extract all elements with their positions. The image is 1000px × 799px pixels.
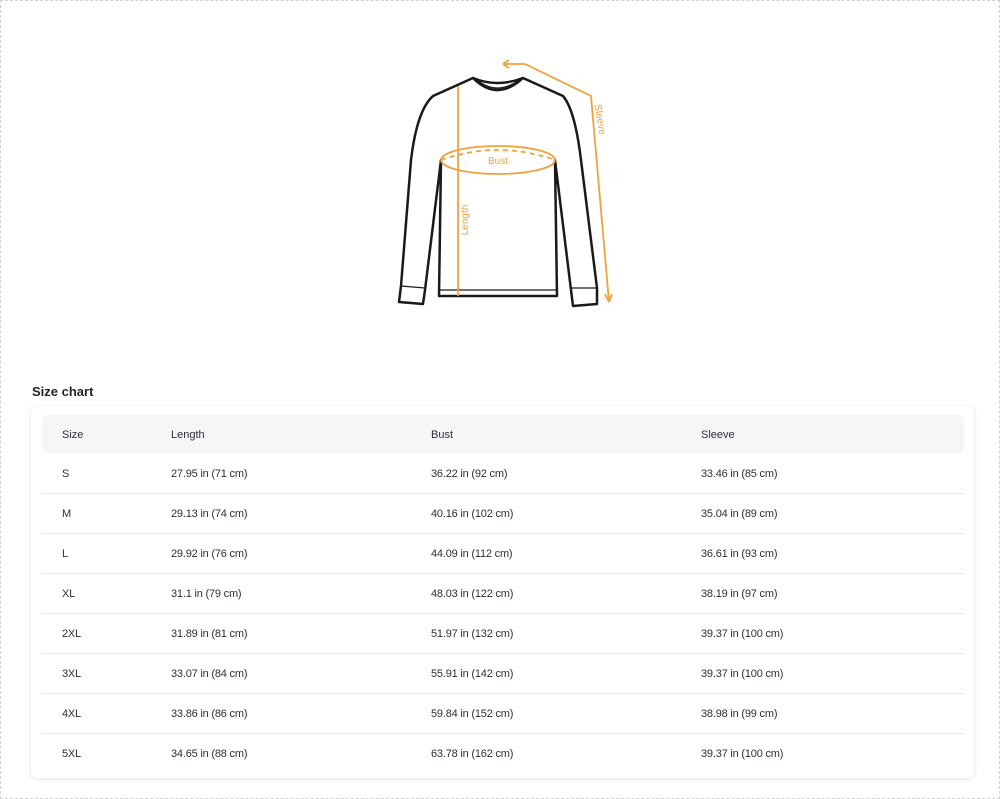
cell-sleeve: 39.37 in (100 cm): [681, 613, 964, 654]
cell-size: 3XL: [42, 653, 151, 694]
size-chart-table: Size Length Bust Sleeve S 27.95 in (71 c…: [42, 415, 964, 773]
cell-sleeve: 38.19 in (97 cm): [681, 573, 964, 614]
cell-bust: 63.78 in (162 cm): [431, 747, 514, 760]
cell-bust: 51.97 in (132 cm): [411, 613, 681, 654]
header-size: Size: [62, 428, 84, 441]
cell-size: L: [42, 533, 151, 574]
cell-bust: 59.84 in (152 cm): [411, 693, 681, 734]
header-bust: Bust: [431, 428, 454, 441]
cell-size: 4XL: [42, 693, 151, 734]
table-row: 4XL 33.86 in (86 cm) 59.84 in (152 cm) 3…: [42, 693, 964, 734]
sweater-outline: [397, 76, 599, 308]
cell-length: 27.95 in (71 cm): [151, 454, 411, 494]
cell-size: XL: [42, 573, 151, 614]
cell-length: 34.65 in (88 cm): [171, 747, 248, 760]
cell-sleeve: 35.04 in (89 cm): [681, 493, 964, 534]
cell-size: S: [42, 454, 151, 494]
cell-length: 31.89 in (81 cm): [151, 613, 411, 654]
cell-size: M: [42, 493, 151, 534]
cell-sleeve: 38.98 in (99 cm): [681, 693, 964, 734]
bust-label: Bust: [488, 156, 508, 167]
cell-length: 29.13 in (74 cm): [151, 493, 411, 534]
cell-bust: 55.91 in (142 cm): [411, 653, 681, 694]
header-length: Length: [171, 428, 205, 441]
cell-size: 5XL: [62, 747, 81, 760]
cell-length: 33.86 in (86 cm): [151, 693, 411, 734]
cell-bust: 40.16 in (102 cm): [411, 493, 681, 534]
cell-length: 29.92 in (76 cm): [151, 533, 411, 574]
size-chart-title: Size chart: [32, 384, 94, 399]
table-header-row: Size Length Bust Sleeve: [42, 415, 964, 454]
table-row: 3XL 33.07 in (84 cm) 55.91 in (142 cm) 3…: [42, 653, 964, 694]
cell-bust: 36.22 in (92 cm): [411, 454, 681, 494]
header-sleeve: Sleeve: [701, 428, 735, 441]
measurement-lines: [440, 59, 613, 303]
cell-bust: 44.09 in (112 cm): [411, 533, 681, 574]
table-row: 2XL 31.89 in (81 cm) 51.97 in (132 cm) 3…: [42, 613, 964, 654]
cell-sleeve: 39.37 in (100 cm): [681, 653, 964, 694]
table-row: 5XL 34.65 in (88 cm) 63.78 in (162 cm) 3…: [42, 734, 964, 774]
cell-bust: 48.03 in (122 cm): [411, 573, 681, 614]
cell-size: 2XL: [42, 613, 151, 654]
cell-length: 31.1 in (79 cm): [151, 573, 411, 614]
table-row: XL 31.1 in (79 cm) 48.03 in (122 cm) 38.…: [42, 573, 964, 614]
cell-length: 33.07 in (84 cm): [151, 653, 411, 694]
size-chart-card: Size Length Bust Sleeve S 27.95 in (71 c…: [31, 406, 974, 778]
cell-sleeve: 39.37 in (100 cm): [701, 747, 784, 760]
table-row: L 29.92 in (76 cm) 44.09 in (112 cm) 36.…: [42, 533, 964, 574]
sweater-measurement-diagram: Bust Length Sleeve: [397, 59, 613, 308]
cell-sleeve: 36.61 in (93 cm): [681, 533, 964, 574]
cell-sleeve: 33.46 in (85 cm): [681, 454, 964, 494]
table-row: M 29.13 in (74 cm) 40.16 in (102 cm) 35.…: [42, 493, 964, 534]
table-row: S 27.95 in (71 cm) 36.22 in (92 cm) 33.4…: [42, 454, 964, 494]
length-label: Length: [460, 205, 471, 236]
